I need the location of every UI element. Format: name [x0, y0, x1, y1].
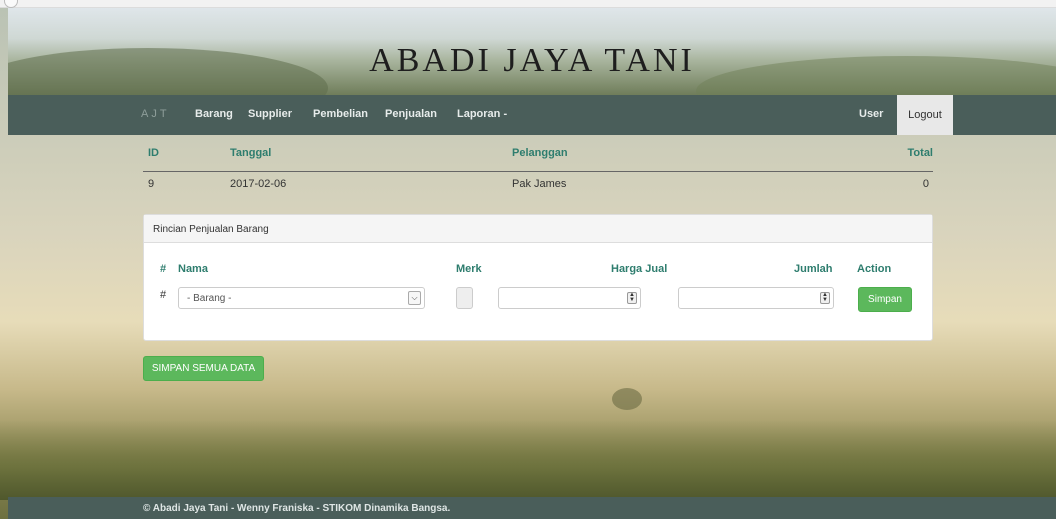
row-marker: #	[160, 289, 167, 301]
column-header-jumlah: Jumlah	[794, 263, 833, 275]
footer-credit: © Abadi Jaya Tani - Wenny Franiska - STI…	[143, 503, 451, 514]
column-header-harga-jual: Harga Jual	[611, 263, 668, 275]
header-banner: ABADI JAYA TANI	[8, 8, 1056, 95]
nav-item-penjualan[interactable]: Penjualan	[385, 108, 437, 120]
browser-button-icon	[4, 0, 18, 8]
harga-jual-input[interactable]: ▲ ▼	[498, 287, 641, 309]
column-header-pelanggan: Pelanggan	[512, 147, 568, 159]
barang-select[interactable]: - Barang - ⌵	[178, 287, 425, 309]
background-field	[0, 420, 1056, 500]
column-header-action: Action	[857, 263, 892, 275]
column-header-nama: Nama	[178, 263, 208, 275]
column-header-id: ID	[148, 147, 159, 159]
navbar-brand[interactable]: AJT	[141, 108, 170, 120]
nav-item-supplier[interactable]: Supplier	[248, 108, 292, 120]
spinner-icon[interactable]: ▲ ▼	[820, 292, 830, 304]
logout-button[interactable]: Logout	[897, 95, 953, 135]
nav-item-pembelian[interactable]: Pembelian	[313, 108, 368, 120]
table-divider	[143, 171, 933, 172]
panel-heading: Rincian Penjualan Barang	[144, 215, 932, 243]
footer: © Abadi Jaya Tani - Wenny Franiska - STI…	[8, 497, 1056, 519]
cell-pelanggan: Pak James	[512, 178, 567, 190]
chevron-down-icon[interactable]: ⌵	[408, 291, 421, 305]
spinner-icon[interactable]: ▲ ▼	[627, 292, 637, 304]
column-header-number: #	[160, 263, 167, 275]
simpan-button[interactable]: Simpan	[858, 287, 912, 312]
cell-total: 0	[922, 178, 929, 190]
jumlah-input[interactable]: ▲ ▼	[678, 287, 834, 309]
save-all-button[interactable]: SIMPAN SEMUA DATA	[143, 356, 264, 381]
column-header-merk: Merk	[456, 263, 482, 275]
navbar: AJT Barang Supplier Pembelian Penjualan …	[8, 95, 1056, 135]
background-tree	[612, 388, 642, 410]
sale-detail-panel: Rincian Penjualan Barang # Nama Merk Har…	[143, 214, 933, 341]
merk-field	[456, 287, 473, 309]
nav-item-user[interactable]: User	[859, 108, 883, 120]
site-title: ABADI JAYA TANI	[369, 42, 695, 79]
cell-tanggal: 2017-02-06	[230, 178, 287, 190]
column-header-total: Total	[907, 147, 933, 159]
nav-item-barang[interactable]: Barang	[195, 108, 233, 120]
cell-id: 9	[148, 178, 155, 190]
browser-chrome-strip	[0, 0, 1056, 8]
barang-select-value: - Barang -	[187, 293, 232, 304]
column-header-tanggal: Tanggal	[230, 147, 272, 159]
nav-item-laporan-dropdown[interactable]: Laporan -	[457, 108, 507, 120]
